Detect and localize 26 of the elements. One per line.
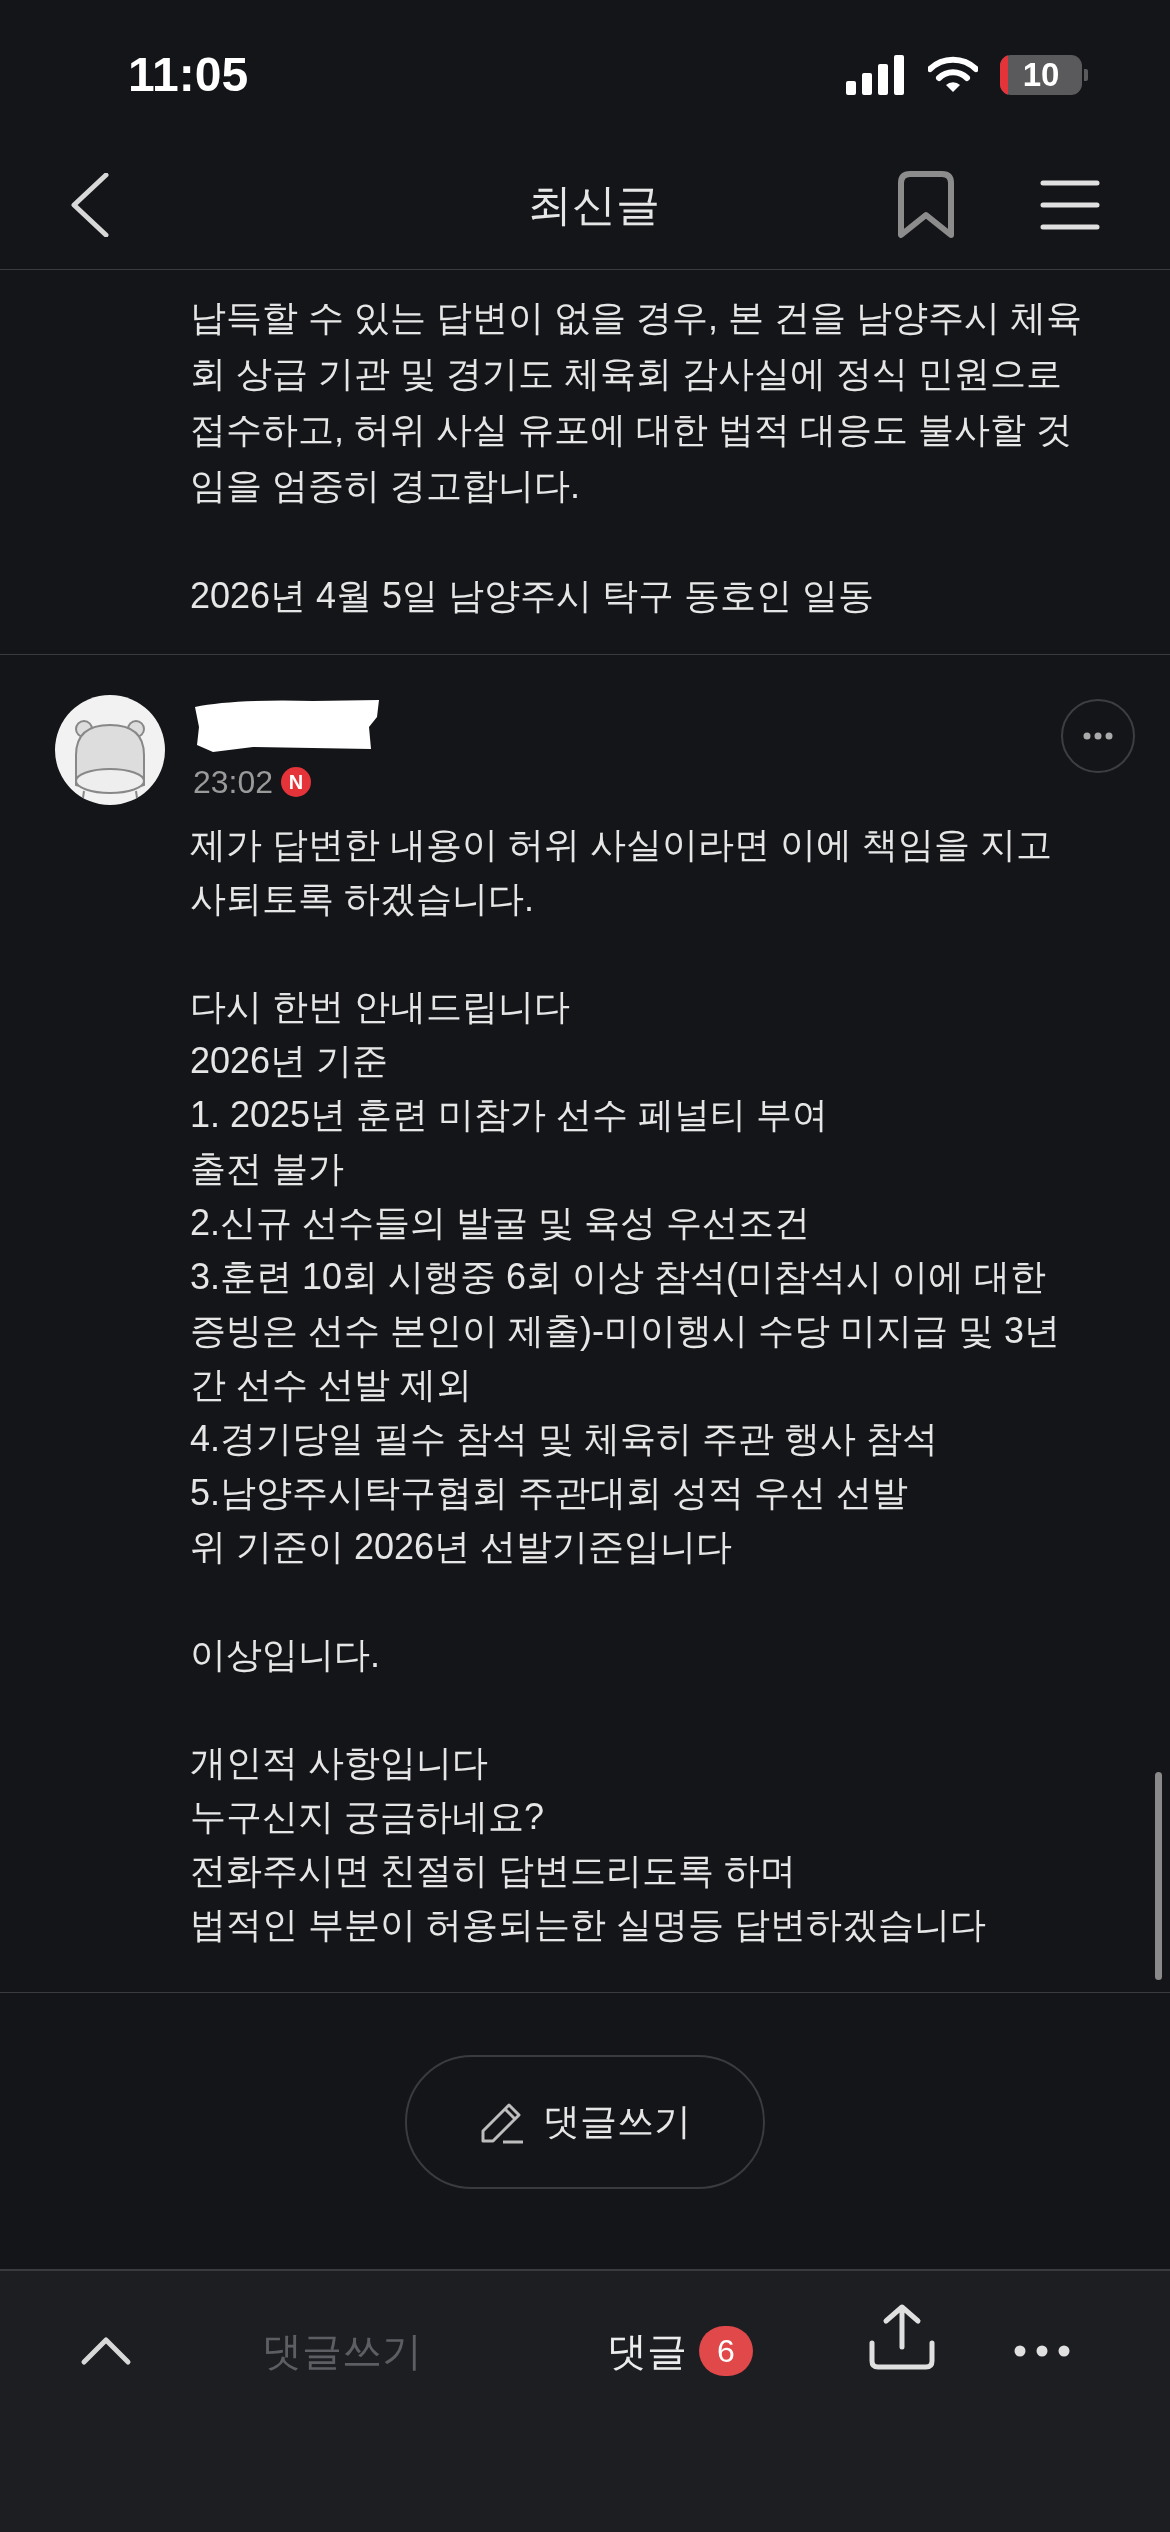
post-paragraph: 2026년 4월 5일 남양주시 탁구 동호인 일동 [190, 574, 876, 618]
more-options-button[interactable] [1061, 699, 1135, 773]
menu-button[interactable] [1040, 178, 1100, 231]
bookmark-icon [897, 170, 955, 239]
share-icon [868, 2303, 936, 2371]
share-button[interactable] [868, 2307, 936, 2367]
bookmark-button[interactable] [897, 170, 955, 239]
battery-level: 10 [1022, 55, 1060, 95]
new-badge: N [281, 767, 312, 797]
low-charge-mark [1000, 55, 1008, 95]
signal-icon [846, 55, 906, 95]
post-paragraph: 납득할 수 있는 답변이 없을 경우, 본 건을 남양주시 체육회 상급 기관 및 경기도 체육회 감사실에 정식 민원으로 접수하고, 허위 사실 유포에 대한 법적 대응도 불사할 것임을 엄중히 경고합니다. [190, 296, 1084, 508]
wifi-icon [928, 56, 978, 94]
status-time: 11:05 [128, 47, 249, 103]
comments-tab[interactable]: 댓글 6 [607, 2321, 753, 2381]
comment-body: 제가 답변한 내용이 허위 사실이라면 이에 책임을 지고 사퇴토록 하겠습니다. 다시 한번 안내드립니다 2026년 기준 1. 2025년 훈련 미참가 선수 페널티 부여 출전 불가 2.신규 선수들의 발굴 및 육성 우선조건 3.훈련 10회 시행중 6회 이상 참석(미참석시 이에 대한 증빙은 선수 본인이 제출)-미이행시 수당 미지급 및 3년간 선수 선발 제외 4.경기당일 필수 참석 및 체육히 주관 행사 참석 5.남양주시탁구협회 주관대회 성적 우선 선발 위 기준이 2026년 선발기준입니다 이상입니다. 개인적 사항입니다 누구신지 궁금하네요? 전화주시면 친절히 답변드리도록 하며 법적인 부분이 허용되는한 실명등 답변하겠습니다 [189, 823, 1061, 1947]
menu-icon [1040, 178, 1100, 231]
page-title: 최신글 [526, 178, 661, 231]
more-icon [1014, 2345, 1070, 2357]
battery-tip [1084, 69, 1088, 81]
chevron-up-icon [80, 2336, 132, 2366]
comment-count-badge: 6 [699, 2326, 753, 2376]
back-icon [70, 172, 110, 237]
more-icon [1083, 732, 1113, 740]
write-comment-button[interactable]: 댓글쓰기 [405, 2055, 765, 2189]
comment-time: 23:02 [193, 763, 274, 802]
